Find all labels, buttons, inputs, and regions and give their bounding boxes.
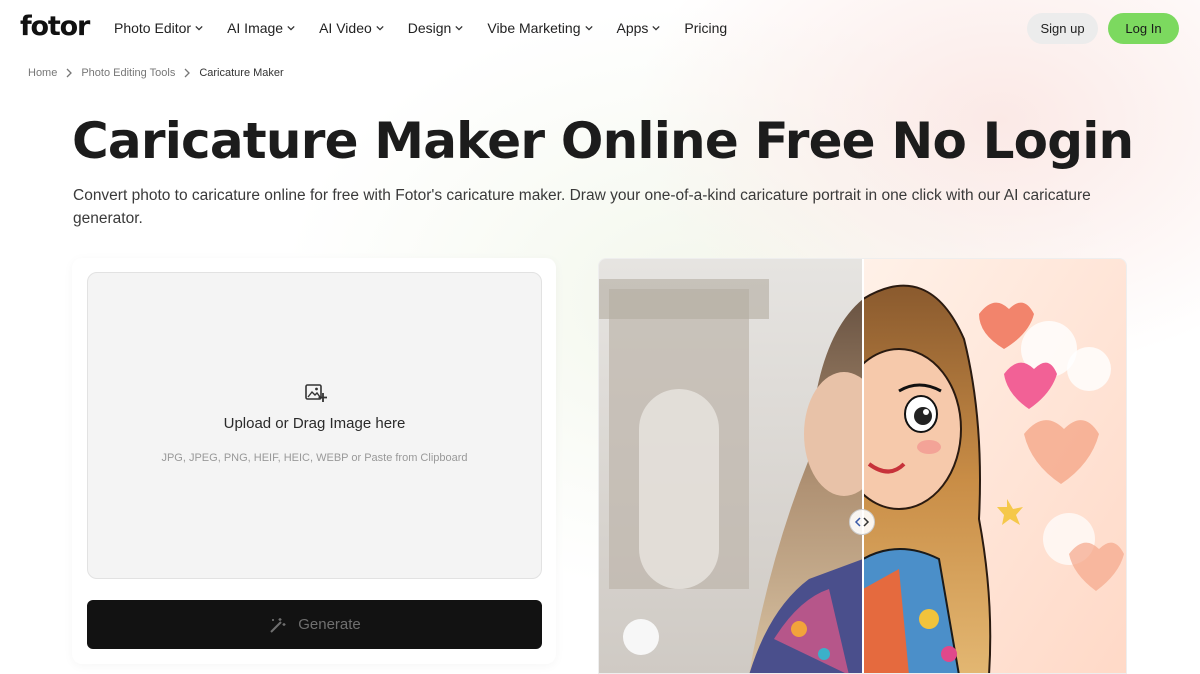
breadcrumb-current: Caricature Maker: [199, 67, 284, 79]
supported-formats: JPG, JPEG, PNG, HEIF, HEIC, WEBP or Past…: [161, 452, 468, 464]
chevron-down-icon: [287, 25, 295, 31]
chevron-down-icon: [584, 25, 593, 31]
upload-panel: Upload or Drag Image here JPG, JPEG, PNG…: [72, 258, 556, 664]
nav-label: AI Video: [319, 20, 372, 36]
chevron-right-icon: [184, 68, 191, 78]
upload-dropzone[interactable]: Upload or Drag Image here JPG, JPEG, PNG…: [87, 272, 542, 579]
generate-button[interactable]: Generate: [87, 600, 542, 649]
breadcrumb-home[interactable]: Home: [28, 67, 57, 79]
nav-photo-editor[interactable]: Photo Editor: [114, 20, 203, 36]
nav-ai-image[interactable]: AI Image: [227, 20, 295, 36]
nav-label: AI Image: [227, 20, 284, 36]
comparison-slider-handle[interactable]: [849, 509, 875, 535]
nav-label: Design: [407, 20, 452, 36]
nav-vibe-marketing[interactable]: Vibe Marketing: [487, 20, 593, 36]
breadcrumb: Home Photo Editing Tools Caricature Make…: [28, 67, 284, 79]
main-nav: Photo Editor AI Image AI Video Design Vi…: [114, 0, 751, 56]
chevron-down-icon: [652, 25, 661, 31]
chevron-down-icon: [376, 25, 384, 31]
nav-apps[interactable]: Apps: [617, 20, 661, 36]
nav-pricing[interactable]: Pricing: [684, 20, 727, 36]
generate-label: Generate: [298, 616, 361, 633]
chevron-down-icon: [455, 25, 464, 31]
comparison-image: [599, 259, 1126, 673]
page-title: Caricature Maker Online Free No Login: [72, 112, 1134, 170]
chevron-down-icon: [195, 25, 203, 31]
log-in-button[interactable]: Log In: [1108, 13, 1179, 44]
upload-label: Upload or Drag Image here: [223, 415, 406, 432]
nav-design[interactable]: Design: [408, 20, 464, 36]
breadcrumb-photo-editing-tools[interactable]: Photo Editing Tools: [81, 67, 175, 79]
page-subtitle: Convert photo to caricature online for f…: [73, 187, 1091, 227]
magic-wand-icon: [270, 617, 286, 633]
nav-label: Apps: [616, 20, 649, 36]
nav-label: Photo Editor: [114, 20, 192, 36]
before-after-comparison[interactable]: [598, 258, 1127, 674]
chevron-right-icon: [66, 68, 73, 78]
nav-label: Vibe Marketing: [487, 20, 581, 36]
nav-label: Pricing: [684, 20, 728, 36]
site-header: fotor Photo Editor AI Image AI Video Des…: [0, 0, 1200, 56]
nav-ai-video[interactable]: AI Video: [319, 20, 384, 36]
image-add-icon: [305, 384, 327, 402]
chevron-left-right-icon: [854, 517, 870, 527]
fotor-logo[interactable]: fotor: [20, 11, 90, 42]
sign-up-button[interactable]: Sign up: [1027, 13, 1098, 44]
